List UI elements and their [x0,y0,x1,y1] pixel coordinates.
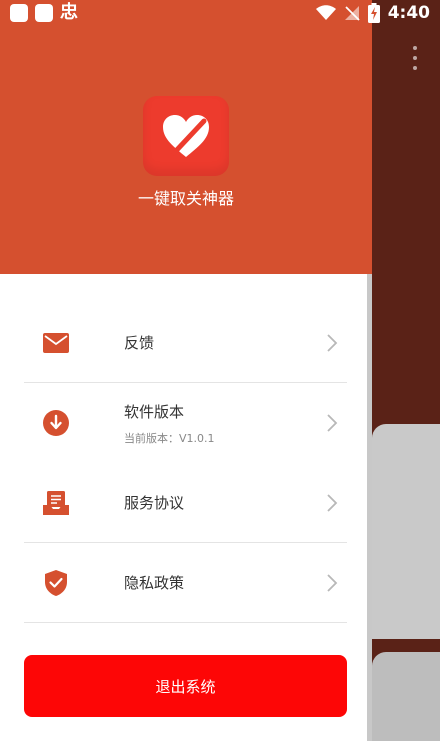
agreement-icon [42,489,70,517]
menu-item-version[interactable]: 软件版本 当前版本：V1.0.1 [24,383,347,463]
battery-charging-icon [367,3,380,23]
menu-item-label: 隐私政策 [124,574,185,592]
app-logo [143,96,229,176]
overflow-menu-icon[interactable] [409,46,421,70]
navigation-drawer: 一键取关神器 反馈 软件版本 当前版本：V1.0.1 服务协议 隐私政策 退出系… [0,0,372,741]
drawer-menu: 反馈 软件版本 当前版本：V1.0.1 服务协议 隐私政策 [24,303,347,623]
menu-item-service-agreement[interactable]: 服务协议 [24,463,347,543]
heart-icon [163,115,209,157]
app-notification-glyph: 忠 [60,2,78,23]
logout-button[interactable]: 退出系统 [24,655,347,717]
version-text: 当前版本：V1.0.1 [124,431,215,445]
chevron-right-icon [327,414,338,432]
chevron-right-icon [327,333,338,352]
notification-icon [35,4,53,22]
menu-item-privacy-policy[interactable]: 隐私政策 [24,543,347,623]
drawer-header: 一键取关神器 [0,0,372,274]
menu-item-label: 反馈 [124,334,155,352]
shield-check-icon [42,569,70,597]
notification-icon [10,4,28,22]
chevron-right-icon [327,493,338,512]
download-icon [42,409,70,437]
chevron-right-icon [327,573,338,592]
app-name: 一键取关神器 [137,189,234,208]
status-bar: 忠 4:40 [0,0,440,26]
menu-item-label: 服务协议 [124,494,185,512]
menu-item-label: 软件版本 [124,402,185,421]
drawer-scrollbar[interactable] [367,274,372,741]
background-card [372,424,440,639]
mail-icon [42,329,70,357]
clock: 4:40 [387,3,430,23]
background-card [372,652,440,741]
menu-item-feedback[interactable]: 反馈 [24,303,347,383]
no-signal-icon [344,6,360,21]
wifi-icon [315,5,336,20]
